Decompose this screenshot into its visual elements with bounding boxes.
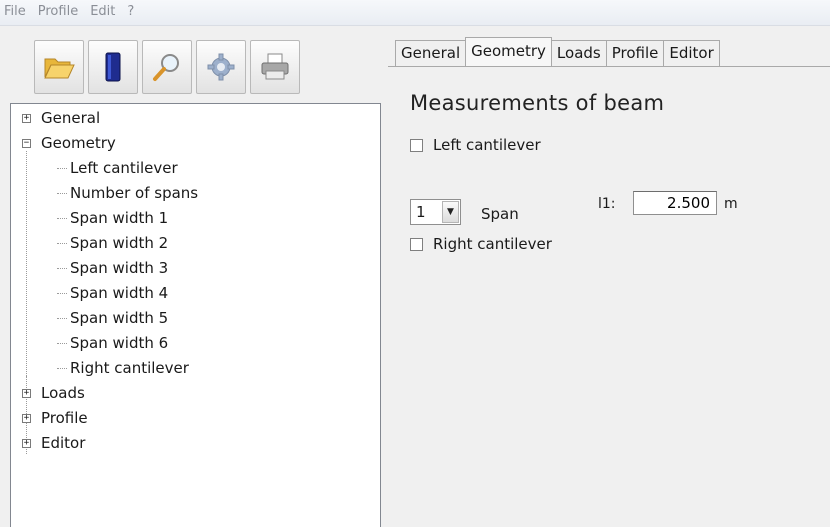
- tree-item-editor[interactable]: + Editor: [11, 431, 371, 456]
- menu-edit[interactable]: Edit: [90, 4, 115, 19]
- tree-item-span-width-6[interactable]: Span width 6: [11, 331, 371, 356]
- l1-label: l1:: [598, 196, 616, 212]
- tree-item-label: Loads: [41, 384, 85, 402]
- right-pane: General Geometry Loads Profile Editor Me…: [388, 26, 830, 527]
- span-label: Span: [481, 205, 519, 223]
- tree-item-span-width-4[interactable]: Span width 4: [11, 281, 371, 306]
- l1-unit: m: [724, 196, 738, 212]
- tree-item-label: Geometry: [41, 134, 116, 152]
- search-button[interactable]: [142, 40, 192, 94]
- folder-open-icon: [44, 58, 75, 79]
- tree-item-label: Profile: [41, 409, 88, 427]
- tree-item-label: Span width 1: [70, 209, 169, 227]
- tree-item-label: Number of spans: [70, 184, 199, 202]
- tab-editor[interactable]: Editor: [663, 40, 720, 66]
- left-cantilever-checkbox[interactable]: [410, 138, 423, 152]
- l1-input[interactable]: [633, 191, 717, 215]
- right-cantilever-label: Right cantilever: [433, 235, 552, 253]
- book-button[interactable]: [88, 40, 138, 94]
- geometry-panel: Measurements of beam Left cantilever 1 ▼…: [388, 66, 830, 527]
- tree-item-left-cantilever[interactable]: Left cantilever: [11, 156, 371, 181]
- tree-item-right-cantilever[interactable]: Right cantilever: [11, 356, 371, 381]
- tree-item-loads[interactable]: + Loads: [11, 381, 371, 406]
- settings-button[interactable]: [196, 40, 246, 94]
- tree-item-span-width-1[interactable]: Span width 1: [11, 206, 371, 231]
- tree-item-span-width-3[interactable]: Span width 3: [11, 256, 371, 281]
- tree-item-span-width-5[interactable]: Span width 5: [11, 306, 371, 331]
- tab-loads[interactable]: Loads: [550, 40, 607, 66]
- expand-icon[interactable]: +: [22, 414, 31, 423]
- tree-item-label: Left cantilever: [70, 159, 178, 177]
- tree-item-geometry[interactable]: − Geometry: [11, 131, 371, 156]
- expand-icon[interactable]: +: [22, 389, 31, 398]
- menu-file[interactable]: File: [4, 4, 26, 19]
- tree-item-label: General: [41, 109, 101, 127]
- tab-profile[interactable]: Profile: [605, 40, 665, 66]
- navigation-tree[interactable]: + General − Geometry Left cantilever Num…: [10, 103, 381, 527]
- right-cantilever-checkbox-row[interactable]: Right cantilever: [410, 235, 552, 253]
- span-count-value: 1: [416, 203, 426, 221]
- left-cantilever-label: Left cantilever: [433, 136, 541, 154]
- chevron-down-icon[interactable]: ▼: [442, 201, 459, 223]
- tree-item-profile[interactable]: + Profile: [11, 406, 371, 431]
- expand-icon[interactable]: +: [22, 439, 31, 448]
- tree-item-label: Editor: [41, 434, 86, 452]
- span-count-select[interactable]: 1 ▼: [410, 199, 461, 225]
- tab-strip: General Geometry Loads Profile Editor: [395, 37, 720, 66]
- tree-item-label: Span width 4: [70, 284, 169, 302]
- tree-item-label: Span width 3: [70, 259, 169, 277]
- toolbar: [34, 40, 300, 94]
- panel-title: Measurements of beam: [410, 91, 665, 115]
- tree-item-general[interactable]: + General: [11, 106, 371, 131]
- right-cantilever-checkbox[interactable]: [410, 237, 423, 251]
- print-button[interactable]: [250, 40, 300, 94]
- magnifier-icon: [153, 54, 179, 81]
- tree-item-span-width-2[interactable]: Span width 2: [11, 231, 371, 256]
- tab-general[interactable]: General: [395, 40, 467, 66]
- gear-icon: [207, 53, 235, 81]
- tab-geometry[interactable]: Geometry: [465, 37, 552, 66]
- tree-item-label: Right cantilever: [70, 359, 189, 377]
- menu-help[interactable]: ?: [127, 4, 134, 19]
- left-cantilever-checkbox-row[interactable]: Left cantilever: [410, 136, 541, 154]
- tree-item-label: Span width 5: [70, 309, 169, 327]
- tree-item-label: Span width 6: [70, 334, 169, 352]
- expand-icon[interactable]: +: [22, 114, 31, 123]
- printer-icon: [261, 53, 289, 80]
- tree-item-number-of-spans[interactable]: Number of spans: [11, 181, 371, 206]
- open-button[interactable]: [34, 40, 84, 94]
- left-pane: + General − Geometry Left cantilever Num…: [0, 26, 388, 527]
- collapse-icon[interactable]: −: [22, 139, 31, 148]
- tree-item-label: Span width 2: [70, 234, 169, 252]
- menu-bar: File Profile Edit ?: [0, 0, 830, 26]
- menu-profile[interactable]: Profile: [38, 4, 78, 19]
- book-icon: [105, 52, 121, 82]
